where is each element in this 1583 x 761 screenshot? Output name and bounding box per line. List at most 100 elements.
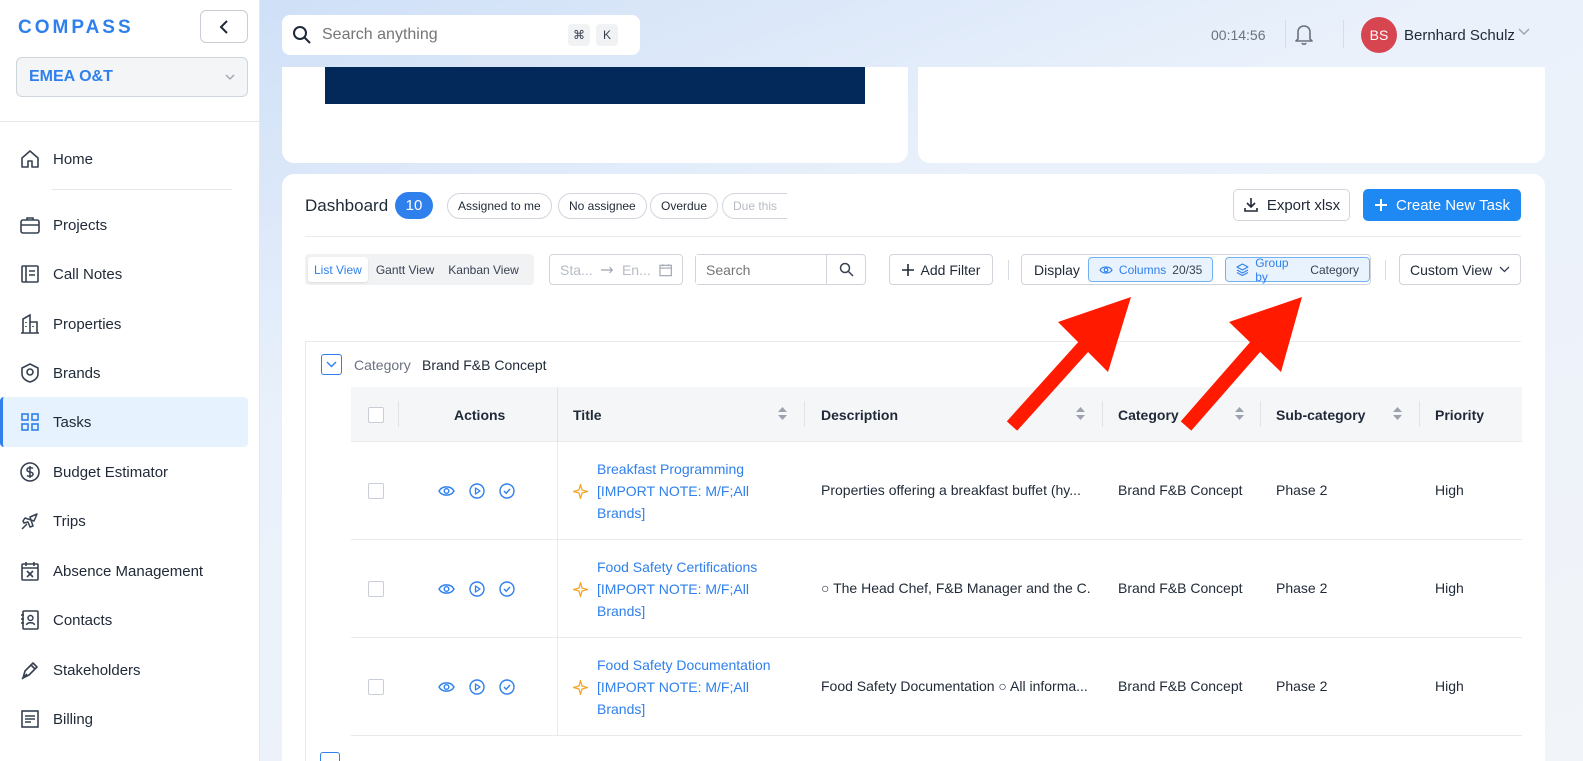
sidebar-item-home[interactable]: Home — [4, 134, 248, 184]
column-divider — [557, 540, 558, 638]
columns-count: 20/35 — [1172, 262, 1203, 277]
task-title-link[interactable]: Breakfast Programming [IMPORT NOTE: M/F;… — [597, 458, 787, 524]
sidebar-item-contacts[interactable]: Contacts — [4, 595, 248, 645]
export-xlsx-button[interactable]: Export xlsx — [1233, 189, 1350, 221]
row-checkbox[interactable] — [368, 483, 384, 499]
sidebar-item-absence-management[interactable]: Absence Management — [4, 546, 248, 596]
global-search-input[interactable] — [322, 26, 562, 44]
play-circle-icon[interactable] — [469, 581, 485, 597]
task-search-input[interactable] — [696, 255, 826, 284]
sidebar-item-call-notes[interactable]: Call Notes — [4, 249, 248, 299]
avatar[interactable]: BS — [1361, 17, 1397, 53]
chevron-down-icon[interactable] — [1518, 28, 1530, 36]
next-group-toggle[interactable] — [320, 752, 340, 761]
columns-label: Columns — [1118, 262, 1167, 277]
columns-button[interactable]: Columns 20/35 — [1087, 257, 1214, 282]
filter-no-assignee[interactable]: No assignee — [558, 193, 647, 219]
sidebar-item-label: Billing — [53, 710, 94, 728]
toolbar-separator — [1008, 260, 1009, 280]
sidebar-item-label: Stakeholders — [53, 661, 141, 679]
play-circle-icon[interactable] — [469, 483, 485, 499]
task-search — [695, 254, 866, 285]
nav-separator — [52, 189, 232, 190]
header-separator — [1419, 401, 1420, 427]
date-end-field[interactable]: En... — [622, 262, 651, 278]
sidebar-item-projects[interactable]: Projects — [4, 200, 248, 250]
header-subcategory[interactable]: Sub-category — [1276, 387, 1365, 442]
sparkle-icon — [573, 582, 588, 597]
sidebar-item-stakeholders[interactable]: Stakeholders — [4, 645, 248, 695]
org-select[interactable]: EMEA O&T — [16, 57, 248, 97]
check-circle-icon[interactable] — [499, 581, 515, 597]
calendar-x-icon — [18, 559, 42, 583]
sort-icon[interactable] — [1076, 407, 1085, 420]
toolbar-divider — [305, 236, 1521, 237]
row-title[interactable]: Food Safety Certifications [IMPORT NOTE:… — [597, 556, 787, 622]
check-circle-icon[interactable] — [499, 679, 515, 695]
app-logo: COMPASS — [18, 17, 134, 38]
sidebar-item-label: Contacts — [53, 611, 113, 629]
row-checkbox[interactable] — [368, 679, 384, 695]
topbar-separator — [1343, 20, 1344, 48]
kbd-k: K — [596, 24, 618, 46]
collapse-sidebar-button[interactable] — [200, 10, 248, 43]
row-title[interactable]: Food Safety Documentation [IMPORT NOTE: … — [597, 654, 787, 720]
group-toggle[interactable] — [321, 354, 342, 375]
header-description[interactable]: Description — [821, 387, 898, 442]
notes-icon — [18, 262, 42, 286]
tab-list-view[interactable]: List View — [308, 257, 368, 282]
create-new-task-button[interactable]: Create New Task — [1363, 189, 1521, 221]
sort-icon[interactable] — [778, 407, 787, 420]
sidebar-item-tasks[interactable]: Tasks — [0, 397, 248, 447]
select-all-checkbox[interactable] — [368, 406, 384, 423]
task-title-link[interactable]: Food Safety Documentation [IMPORT NOTE: … — [597, 654, 787, 720]
add-filter-button[interactable]: Add Filter — [889, 254, 993, 285]
table-row[interactable]: Food Safety Documentation [IMPORT NOTE: … — [351, 638, 1522, 736]
header-separator — [1260, 401, 1261, 427]
view-eye-icon[interactable] — [438, 583, 455, 595]
table-row[interactable]: Breakfast Programming [IMPORT NOTE: M/F;… — [351, 442, 1522, 540]
sidebar-item-brands[interactable]: Brands — [4, 348, 248, 398]
sidebar-divider — [0, 121, 260, 122]
task-search-button[interactable] — [826, 255, 865, 284]
play-circle-icon[interactable] — [469, 679, 485, 695]
user-name[interactable]: Bernhard Schulz — [1404, 27, 1515, 44]
sort-icon[interactable] — [1393, 407, 1402, 420]
date-range-picker[interactable]: Sta... En... — [549, 254, 683, 285]
view-eye-icon[interactable] — [438, 681, 455, 693]
sidebar-item-budget-estimator[interactable]: Budget Estimator — [4, 447, 248, 497]
tab-gantt-view[interactable]: Gantt View — [370, 257, 440, 282]
sidebar-item-billing[interactable]: Billing — [4, 694, 248, 744]
header-separator — [1102, 401, 1103, 427]
row-checkbox-cell — [368, 679, 384, 695]
sidebar-item-trips[interactable]: Trips — [4, 496, 248, 546]
filter-assigned-to-me[interactable]: Assigned to me — [447, 193, 552, 219]
chevron-left-icon — [219, 19, 228, 34]
table-row[interactable]: Food Safety Certifications [IMPORT NOTE:… — [351, 540, 1522, 638]
row-checkbox[interactable] — [368, 581, 384, 597]
row-title[interactable]: Breakfast Programming [IMPORT NOTE: M/F;… — [597, 458, 787, 524]
header-title[interactable]: Title — [573, 387, 602, 442]
tab-kanban-view[interactable]: Kanban View — [442, 257, 525, 282]
view-eye-icon[interactable] — [438, 485, 455, 497]
row-priority: High — [1435, 482, 1464, 498]
filter-due-this[interactable]: Due this — [722, 193, 788, 219]
sort-icon[interactable] — [1235, 407, 1244, 420]
sidebar-item-label: Brands — [53, 364, 101, 382]
sidebar-item-label: Home — [53, 150, 94, 168]
group-by-label: Group by — [1255, 255, 1289, 284]
filter-overdue[interactable]: Overdue — [650, 193, 719, 219]
notifications-button[interactable] — [1293, 22, 1317, 46]
row-checkbox-cell — [368, 483, 384, 499]
task-title-link[interactable]: Food Safety Certifications [IMPORT NOTE:… — [597, 556, 787, 622]
group-by-button[interactable]: Group by Category — [1225, 255, 1370, 284]
global-search[interactable]: ⌘ K — [282, 15, 640, 55]
header-category[interactable]: Category — [1118, 387, 1179, 442]
header-actions: Actions — [454, 406, 506, 423]
custom-view-select[interactable]: Custom View — [1399, 254, 1521, 285]
check-circle-icon[interactable] — [499, 483, 515, 499]
date-start-field[interactable]: Sta... — [560, 262, 593, 278]
sidebar-item-properties[interactable]: Properties — [4, 299, 248, 349]
header-priority[interactable]: Priority — [1435, 387, 1484, 442]
org-select-value: EMEA O&T — [29, 68, 113, 85]
